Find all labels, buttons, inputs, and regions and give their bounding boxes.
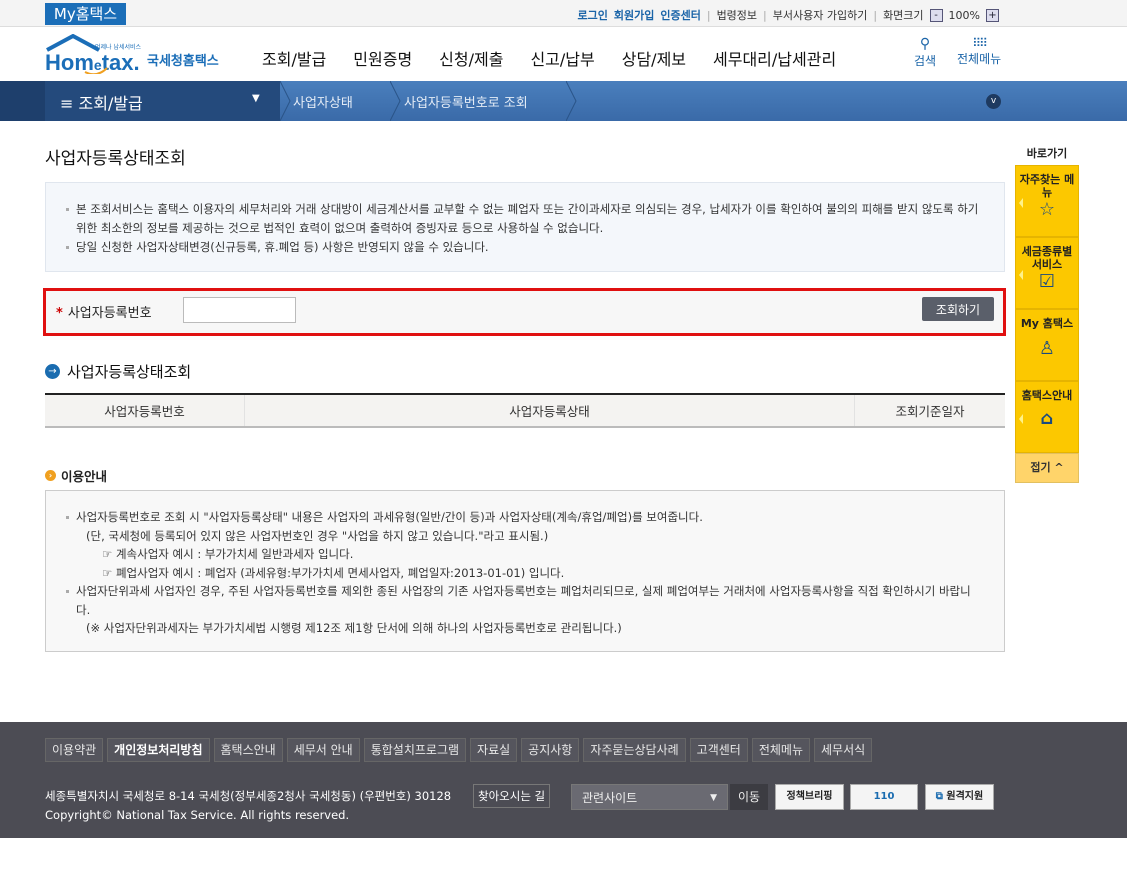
star-icon: ☆ [1038,199,1056,220]
footer-link[interactable]: 세무서 안내 [286,738,360,762]
svg-text:언제나 납세서비스: 언제나 납세서비스 [95,43,142,51]
quick-tax-services[interactable]: 세금종류별 서비스 ☑ [1015,237,1079,309]
grid-icon: ⠿⠿ [972,36,988,50]
footer-link[interactable]: 자주묻는상담사례 [583,738,686,762]
arrow-circle-icon: → [45,364,60,379]
location-current-menu[interactable]: ≡ 조회/발급 [60,90,143,114]
guide-box: 사업자등록번호로 조회 시 "사업자등록상태" 내용은 사업자의 과세유형(일반… [45,490,1005,652]
result-section-title: → 사업자등록상태조회 [45,361,191,382]
column-business-number: 사업자등록번호 [45,395,245,426]
zoom-in-button[interactable]: + [986,8,999,22]
breadcrumb-separator [566,81,577,121]
column-status: 사업자등록상태 [245,395,855,426]
find-way-button[interactable]: 찾아오시는 길 [473,784,551,808]
result-table-header: 사업자등록번호 사업자등록상태 조회기준일자 [45,393,1005,428]
column-date: 조회기준일자 [895,404,965,419]
quick-menu: 바로가기 자주찾는 메뉴 ☆ 세금종류별 서비스 ☑ My 홈택스 ♙ 홈택스안내 ⌂ … [1015,145,1079,483]
footer-link[interactable]: 세무서식 [814,738,873,762]
quick-favorites[interactable]: 자주찾는 메뉴 ☆ [1015,165,1079,237]
footer-link[interactable]: 개인정보처리방침 [107,738,210,762]
related-sites-select[interactable]: 관련사이트 ▼ [571,784,728,810]
footer-link[interactable]: 자료실 [470,738,518,762]
breadcrumb-business-status[interactable]: 사업자상태 [293,92,353,111]
required-mark: * [56,306,63,321]
breadcrumb-separator [280,81,291,121]
business-number-input[interactable] [183,297,296,323]
svg-text:국세청홈택스: 국세청홈택스 [147,53,219,69]
footer-link[interactable]: 공지사항 [521,738,580,762]
footer-address: 세종특별자치시 국세청로 8-14 국세청(정부세종2청사 국세청동) (우편번… [45,789,452,803]
footer-link[interactable]: 이용약관 [45,738,104,762]
all-menu-button[interactable]: ⠿⠿ 전체메뉴 [957,36,1001,67]
remote-icon: ⧉ [935,791,947,802]
zoom-out-button[interactable]: - [929,8,943,22]
footer-links: 이용약관 개인정보처리방침 홈택스안내 세무서 안내 통합설치프로그램 자료실 … [45,738,873,762]
call-110-banner[interactable]: 110 [850,784,918,810]
fold-button[interactable]: 접기 ^ [1015,453,1079,483]
gnb-agent[interactable]: 세무대리/납세관리 [713,46,836,70]
checkbox-icon: ☑ [1038,271,1056,292]
footer-link[interactable]: 고객센터 [689,738,748,762]
guide-title: › 이용안내 [45,466,107,485]
main-nav: 조회/발급 민원증명 신청/제출 신고/납부 상담/제보 세무대리/납세관리 [262,46,836,70]
signup-link[interactable]: 회원가입 [614,7,654,23]
utility-links: 로그인 회원가입 인증센터 | 법령정보 | 부서사용자 가입하기 | 화면크기 - … [578,7,999,23]
svg-text:Hometax.: Hometax. [45,50,140,74]
business-number-label: 사업자등록번호 [67,306,152,321]
footer-link[interactable]: 통합설치프로그램 [363,738,467,762]
gnb-application[interactable]: 신청/제출 [439,46,503,70]
quick-hometax-guide[interactable]: 홈택스안내 ⌂ [1015,381,1079,453]
dropdown-arrow-icon[interactable]: ▼ [252,93,260,104]
lookup-button[interactable]: 조회하기 [922,297,994,321]
search-button[interactable]: ⚲ 검색 [914,36,936,69]
zoom-level: 100% [948,8,980,22]
remote-support-button[interactable]: ⧉ 원격지원 [925,784,994,810]
my-hometax-link[interactable]: My홈택스 [45,3,126,25]
chevron-right-icon: › [45,470,56,481]
notice-box: 본 조회서비스는 홈택스 이용자의 세무처리와 거래 상대방이 세금계산서를 교… [45,182,1005,272]
breadcrumb-separator [390,81,401,121]
hometax-logo[interactable]: Hometax. 국세청홈택스 언제나 납세서비스 [45,33,235,76]
page-title: 사업자등록상태조회 [45,149,186,169]
login-link[interactable]: 로그인 [578,7,608,23]
search-form: * 사업자등록번호 조회하기 [43,288,1006,336]
dept-user-signup-link[interactable]: 부서사용자 가입하기 [773,7,868,23]
search-icon: ⚲ [919,36,931,52]
footer-link[interactable]: 홈택스안내 [213,738,283,762]
chevron-down-icon[interactable]: v [986,94,1001,109]
house-hand-icon: ⌂ [1040,408,1054,429]
screen-size-label: 화면크기 [883,9,924,22]
breadcrumb-lookup-by-number[interactable]: 사업자등록번호로 조회 [404,92,528,111]
gnb-certificate[interactable]: 민원증명 [353,46,412,70]
policy-briefing-banner[interactable]: 정책브리핑 [775,784,844,810]
dropdown-arrow-icon: ▼ [710,793,717,803]
copyright: Copyright© National Tax Service. All rig… [45,808,350,822]
law-info-link[interactable]: 법령정보 [717,7,757,23]
footer-link[interactable]: 전체메뉴 [751,738,811,762]
hamburger-icon: ≡ [60,94,79,113]
gnb-consult[interactable]: 상담/제보 [622,46,686,70]
gnb-inquiry[interactable]: 조회/발급 [262,46,326,70]
gnb-filing[interactable]: 신고/납부 [530,46,594,70]
cert-center-link[interactable]: 인증센터 [660,7,700,23]
quick-my-hometax[interactable]: My 홈택스 ♙ [1015,309,1079,381]
go-button[interactable]: 이동 [730,784,768,810]
person-icon: ♙ [1038,338,1056,359]
